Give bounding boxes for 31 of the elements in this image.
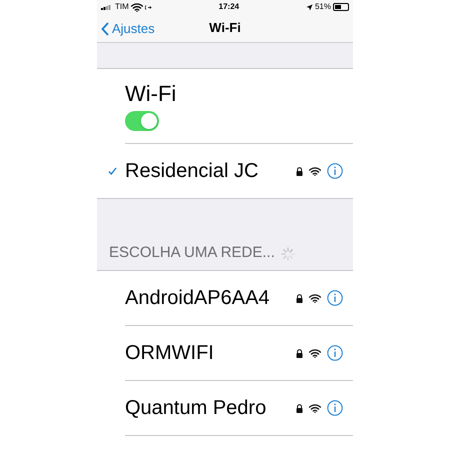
info-icon[interactable] bbox=[327, 400, 343, 416]
wifi-icon bbox=[309, 166, 321, 176]
signal-icon bbox=[101, 4, 113, 10]
network-name: AndroidAP6AA4 bbox=[125, 286, 271, 311]
wifi-toggle[interactable] bbox=[125, 111, 159, 131]
spinner-icon bbox=[280, 247, 295, 261]
info-icon[interactable] bbox=[327, 345, 343, 361]
battery-percent: 51% bbox=[314, 1, 331, 13]
network-name: ORMWIFI bbox=[125, 341, 215, 366]
sync-icon bbox=[144, 4, 152, 10]
info-icon[interactable] bbox=[327, 290, 343, 306]
wifi-icon bbox=[130, 2, 143, 12]
wifi-icon bbox=[309, 404, 321, 412]
screen-title: Wi-Fi bbox=[209, 19, 241, 38]
location-icon bbox=[306, 4, 313, 10]
network-row[interactable]: Quantum Pedro bbox=[97, 381, 353, 435]
info-icon[interactable] bbox=[327, 163, 343, 179]
back-button[interactable]: Ajustes bbox=[101, 19, 155, 38]
network-name: Residencial JC bbox=[125, 159, 260, 184]
wifi-icon bbox=[309, 294, 321, 302]
wifi-label: Wi-Fi bbox=[125, 81, 178, 107]
network-row[interactable]: Residencial JC bbox=[97, 144, 353, 198]
battery-icon bbox=[332, 3, 349, 11]
carrier-name: TIM bbox=[115, 1, 129, 13]
network-row[interactable]: AndroidAP6AA4 bbox=[97, 271, 353, 325]
network-row[interactable]: ORMWIFI bbox=[97, 326, 353, 380]
chevron-left-icon bbox=[101, 22, 109, 36]
wifi-icon bbox=[309, 348, 321, 358]
network-name: Quantum Pedro bbox=[125, 396, 268, 421]
status-time: 17:24 bbox=[218, 1, 240, 13]
section-header: ESCOLHA UMA REDE... bbox=[109, 242, 275, 262]
